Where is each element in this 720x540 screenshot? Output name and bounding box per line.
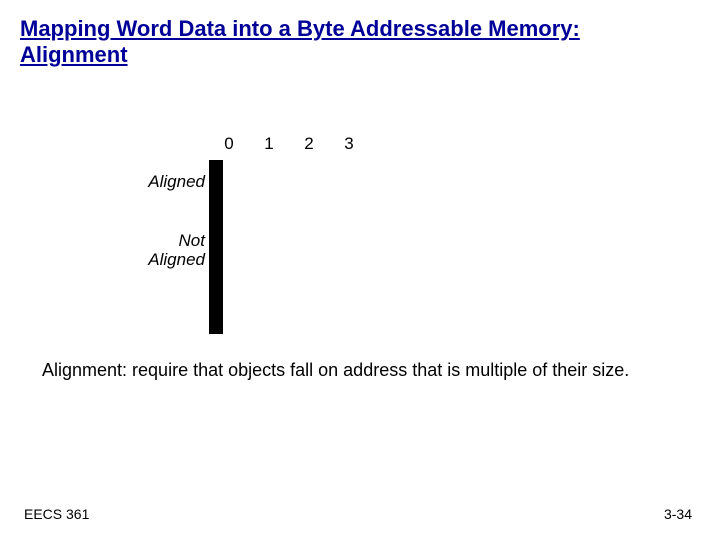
table-row — [212, 283, 220, 307]
col-header-2: 2 — [289, 134, 329, 154]
cell-unaligned — [218, 187, 220, 211]
table-row — [212, 163, 220, 187]
col-header-0: 0 — [209, 134, 249, 154]
footer-right: 3-34 — [664, 506, 692, 522]
table-row — [212, 211, 220, 235]
footer-left: EECS 361 — [24, 506, 89, 522]
cell-aligned — [218, 163, 220, 187]
cell-empty — [218, 211, 220, 235]
label-aligned: Aligned — [92, 172, 205, 192]
cell-empty — [218, 259, 220, 283]
label-not-aligned-line2: Aligned — [148, 250, 205, 269]
table-row — [212, 307, 220, 331]
memory-grid — [209, 160, 223, 334]
slide-body-text: Alignment: require that objects fall on … — [42, 360, 680, 382]
label-not-aligned-line1: Not — [179, 231, 205, 250]
slide-title: Mapping Word Data into a Byte Addressabl… — [20, 16, 680, 69]
cell-unaligned — [218, 283, 220, 307]
cell-unaligned — [218, 235, 220, 259]
table-row — [212, 259, 220, 283]
column-headers: 0 1 2 3 — [209, 134, 369, 154]
col-header-3: 3 — [329, 134, 369, 154]
cell-empty — [218, 307, 220, 331]
table-row — [212, 187, 220, 211]
label-not-aligned: Not Aligned — [92, 232, 205, 269]
col-header-1: 1 — [249, 134, 289, 154]
table-row — [212, 235, 220, 259]
